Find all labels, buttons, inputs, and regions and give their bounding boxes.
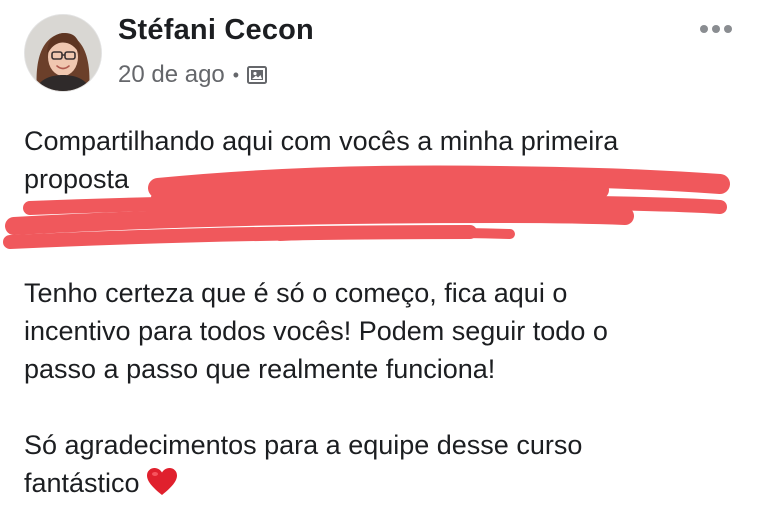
photo-album-icon[interactable]: [245, 63, 269, 87]
author-name[interactable]: Stéfani Cecon: [118, 14, 314, 47]
text-line: passo a passo que realmente funciona!: [24, 354, 496, 384]
post-timestamp[interactable]: 20 de ago: [118, 61, 225, 89]
text-line: proposta: [24, 164, 130, 194]
text-line: Tenho certeza que é só o começo, fica aq…: [24, 278, 568, 308]
paragraph-3: Só agradecimentos para a equipe desse cu…: [24, 426, 740, 502]
text-line: Só agradecimentos para a equipe desse cu…: [24, 430, 583, 460]
paragraph-2: Tenho certeza que é só o começo, fica aq…: [24, 274, 740, 388]
author-avatar[interactable]: [24, 14, 102, 92]
text-line: incentivo para todos vocês! Podem seguir…: [24, 316, 608, 346]
more-options-icon: [700, 25, 732, 33]
text-line-with-emoji: fantástico: [24, 464, 740, 502]
text-line: fantástico: [24, 468, 140, 498]
post-meta: 20 de ago •: [118, 60, 269, 90]
paragraph-1: Compartilhando aqui com vocês a minha pr…: [24, 122, 740, 236]
profile-photo: [25, 15, 101, 91]
meta-separator: •: [232, 65, 240, 85]
heart-emoji: [146, 467, 178, 497]
more-options-button[interactable]: [694, 14, 738, 44]
post-card: Stéfani Cecon 20 de ago • Compartilhando…: [0, 0, 760, 525]
text-line: Compartilhando aqui com vocês a minha pr…: [24, 126, 619, 156]
post-text: Compartilhando aqui com vocês a minha pr…: [24, 122, 740, 502]
